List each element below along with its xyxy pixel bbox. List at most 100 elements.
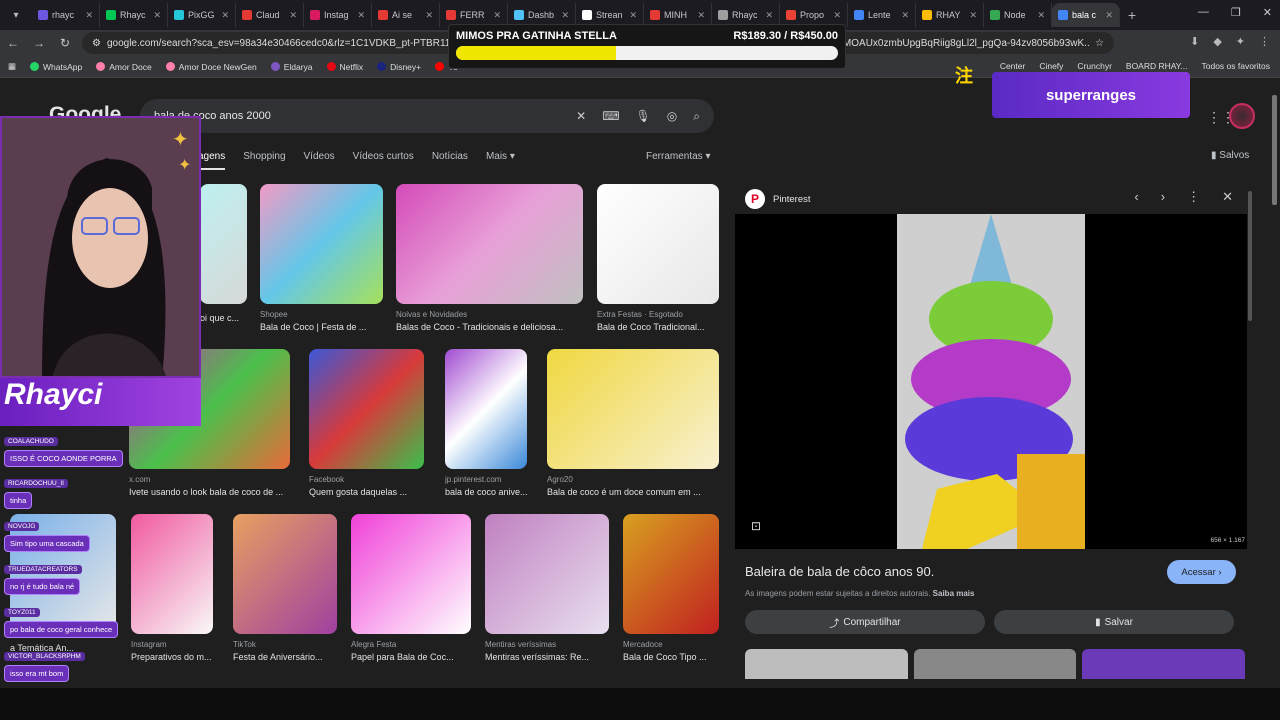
search-icon[interactable]: ⌕: [693, 109, 700, 124]
tab[interactable]: Instag ✕: [304, 3, 372, 27]
close-tab-icon[interactable]: ✕: [697, 10, 705, 21]
visit-button[interactable]: Acessar ›: [1167, 560, 1236, 584]
apps-icon[interactable]: ▦: [8, 61, 16, 72]
mic-icon[interactable]: 🎙: [636, 109, 651, 124]
result-image[interactable]: [623, 514, 719, 634]
result-image[interactable]: [260, 184, 383, 304]
page-scrollbar[interactable]: [1272, 85, 1278, 690]
result-image[interactable]: [396, 184, 583, 304]
close-tab-icon[interactable]: ✕: [765, 10, 773, 21]
minimize-icon[interactable]: —: [1198, 6, 1209, 19]
tab-short-videos[interactable]: Vídeos curtos: [353, 151, 414, 170]
bookmark-item[interactable]: Cinefy: [1039, 61, 1063, 71]
forward-icon[interactable]: →: [26, 36, 52, 50]
tab-shopping[interactable]: Shopping: [243, 151, 285, 170]
tab[interactable]: RHAY ✕: [916, 3, 984, 27]
more-options-icon[interactable]: ⋮: [1187, 189, 1200, 205]
tab[interactable]: Claud ✕: [236, 3, 304, 27]
result-image[interactable]: [309, 349, 424, 469]
tab-videos[interactable]: Vídeos: [304, 151, 335, 170]
result-image[interactable]: [233, 514, 337, 634]
result-image[interactable]: [485, 514, 609, 634]
site-info-icon[interactable]: ⚙: [92, 38, 101, 49]
save-button[interactable]: ▮ Salvar: [994, 610, 1234, 634]
tab-images[interactable]: agens: [198, 151, 226, 170]
download-icon[interactable]: ⬇: [1190, 35, 1199, 48]
result-image[interactable]: [200, 184, 247, 304]
close-tab-icon[interactable]: ✕: [425, 10, 433, 21]
profile-avatar[interactable]: [1229, 103, 1255, 129]
close-tab-icon[interactable]: ✕: [1105, 10, 1113, 21]
result-image[interactable]: [351, 514, 471, 634]
tab[interactable]: Lente ✕: [848, 3, 916, 27]
bookmark-item[interactable]: BOARD RHAY...: [1126, 61, 1188, 71]
previous-icon[interactable]: ‹: [1134, 189, 1138, 205]
result-caption[interactable]: Agro20 Bala de coco é um doce comum em ..…: [547, 475, 719, 497]
close-tab-icon[interactable]: ✕: [561, 10, 569, 21]
visual-search-icon[interactable]: ⊡: [751, 519, 761, 533]
close-tab-icon[interactable]: ✕: [85, 10, 93, 21]
close-tab-icon[interactable]: ✕: [969, 10, 977, 21]
tab[interactable]: PixGG ✕: [168, 3, 236, 27]
back-icon[interactable]: ←: [0, 36, 26, 50]
close-tab-icon[interactable]: ✕: [289, 10, 297, 21]
search-box[interactable]: bala de coco anos 2000 ✕ ⌨ 🎙 ◎ ⌕: [140, 99, 714, 133]
learn-more-link[interactable]: Saiba mais: [933, 589, 975, 598]
related-image[interactable]: [1082, 649, 1246, 679]
puzzle-icon[interactable]: ✦: [1236, 35, 1245, 48]
tab[interactable]: bala c ✕: [1052, 3, 1120, 27]
result-caption[interactable]: Noivas e Novidades Balas de Coco - Tradic…: [396, 310, 583, 332]
next-icon[interactable]: ›: [1161, 189, 1165, 205]
result-caption[interactable]: Facebook Quem gosta daquelas ...: [309, 475, 424, 497]
bookmark-item[interactable]: Crunchyr: [1077, 61, 1111, 71]
tab-news[interactable]: Notícias: [432, 151, 468, 170]
close-tab-icon[interactable]: ✕: [833, 10, 841, 21]
share-button[interactable]: ⤴ Compartilhar: [745, 610, 985, 634]
result-caption[interactable]: Mercadoce Bala de Coco Tipo ...: [623, 640, 723, 662]
clear-icon[interactable]: ✕: [576, 109, 586, 124]
close-tab-icon[interactable]: ✕: [1037, 10, 1045, 21]
bookmark-star-icon[interactable]: ☆: [1095, 38, 1104, 49]
related-image[interactable]: [913, 649, 1077, 679]
tab-more[interactable]: Mais ▾: [486, 151, 515, 170]
tab[interactable]: Node ✕: [984, 3, 1052, 27]
saved-button[interactable]: ▮ Salvos: [1211, 150, 1249, 161]
result-caption[interactable]: Shopee Bala de Coco | Festa de ...: [260, 310, 383, 332]
close-tab-icon[interactable]: ✕: [629, 10, 637, 21]
result-image[interactable]: [597, 184, 719, 304]
close-tab-icon[interactable]: ✕: [357, 10, 365, 21]
preview-source[interactable]: P Pinterest: [745, 189, 811, 209]
close-tab-icon[interactable]: ✕: [153, 10, 161, 21]
extension-icon[interactable]: ◆: [1213, 35, 1221, 48]
bookmark-item[interactable]: Eldarya: [270, 62, 313, 72]
close-tab-icon[interactable]: ✕: [221, 10, 229, 21]
result-caption[interactable]: jp.pinterest.com bala de coco anive...: [445, 475, 545, 497]
close-tab-icon[interactable]: ✕: [901, 10, 909, 21]
result-image[interactable]: [547, 349, 719, 469]
preview-image[interactable]: [897, 214, 1085, 549]
tab[interactable]: rhayc ✕: [32, 3, 100, 27]
bookmark-item[interactable]: Amor Doce: [96, 62, 152, 72]
preview-scrollbar[interactable]: [1248, 185, 1253, 665]
result-caption[interactable]: Extra Festas · Esgotado Bala de Coco Trad…: [597, 310, 719, 332]
bookmark-item[interactable]: WhatsApp: [30, 62, 82, 72]
close-tab-icon[interactable]: ✕: [493, 10, 501, 21]
bookmark-item[interactable]: Center: [1000, 61, 1026, 71]
result-caption[interactable]: Alegra Festa Papel para Bala de Coc...: [351, 640, 471, 662]
result-image[interactable]: [445, 349, 527, 469]
close-window-icon[interactable]: ✕: [1263, 6, 1272, 19]
bookmark-item[interactable]: Netflix: [326, 62, 363, 72]
bookmark-item[interactable]: Disney+: [377, 62, 421, 72]
related-image[interactable]: [745, 649, 908, 679]
lens-icon[interactable]: ◎: [667, 109, 677, 124]
bookmark-item[interactable]: Todos os favoritos: [1201, 61, 1270, 71]
tab[interactable]: Ai se ✕: [372, 3, 440, 27]
menu-icon[interactable]: ⋮: [1259, 35, 1270, 48]
tab[interactable]: Rhayc ✕: [100, 3, 168, 27]
close-preview-icon[interactable]: ✕: [1222, 189, 1233, 205]
preview-image-area[interactable]: [735, 214, 1247, 549]
result-caption[interactable]: TikTok Festa de Aniversário...: [233, 640, 337, 662]
result-caption[interactable]: Mentiras veríssimas Mentiras veríssimas: …: [485, 640, 609, 662]
keyboard-icon[interactable]: ⌨: [602, 109, 619, 124]
reload-icon[interactable]: ↻: [52, 36, 78, 50]
